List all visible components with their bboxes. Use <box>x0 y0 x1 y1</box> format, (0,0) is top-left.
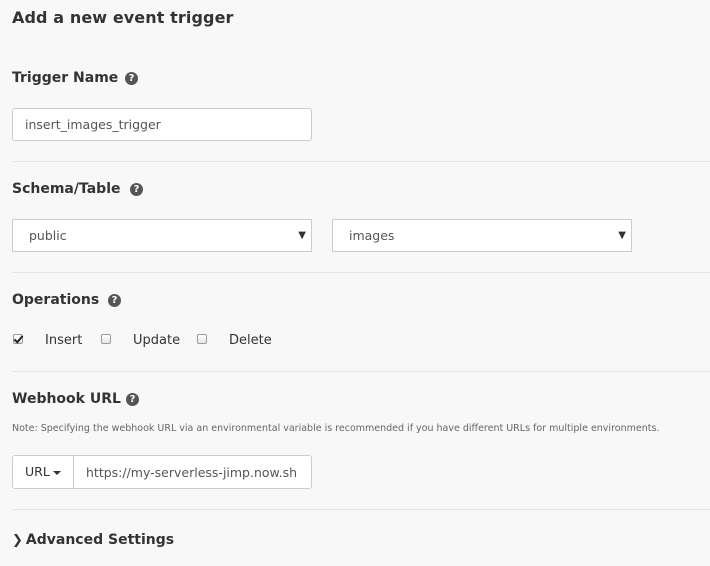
table-select-value: images <box>349 228 395 243</box>
schema-table-label: Schema/Table <box>12 181 121 197</box>
webhook-help-icon[interactable]: ? <box>126 393 139 406</box>
trigger-name-input[interactable] <box>12 108 312 141</box>
table-select[interactable]: images ▼ <box>332 219 632 252</box>
caret-down-icon: ▼ <box>298 230 306 241</box>
divider <box>12 509 710 510</box>
chevron-right-icon: ❯ <box>12 533 23 548</box>
operations-label: Operations <box>12 292 100 308</box>
update-checkbox-label[interactable]: Update <box>133 333 180 348</box>
trigger-name-help-icon[interactable]: ? <box>125 72 138 85</box>
insert-checkbox[interactable] <box>13 334 23 344</box>
page-title: Add a new event trigger <box>12 8 234 27</box>
insert-checkbox-label[interactable]: Insert <box>45 333 82 348</box>
trigger-name-label: Trigger Name <box>12 70 119 86</box>
schema-select[interactable]: public ▼ <box>12 219 312 252</box>
webhook-note: Note: Specifying the webhook URL via an … <box>12 423 660 434</box>
schema-select-value: public <box>29 228 67 243</box>
webhook-url-input[interactable] <box>73 455 312 489</box>
schema-table-help-icon[interactable]: ? <box>130 183 143 196</box>
divider <box>12 371 710 372</box>
url-type-dropdown[interactable]: URL <box>12 455 74 489</box>
advanced-settings-label: Advanced Settings <box>25 532 175 548</box>
url-type-dropdown-label: URL <box>25 464 50 479</box>
webhook-url-label: Webhook URL <box>12 391 121 407</box>
operations-help-icon[interactable]: ? <box>108 294 121 307</box>
divider <box>12 161 710 162</box>
divider <box>12 272 710 273</box>
caret-down-icon <box>52 470 61 475</box>
update-checkbox[interactable] <box>101 334 111 344</box>
caret-down-icon: ▼ <box>618 230 626 241</box>
advanced-settings-toggle[interactable]: ❯ Advanced Settings <box>12 532 174 548</box>
delete-checkbox[interactable] <box>197 334 207 344</box>
delete-checkbox-label[interactable]: Delete <box>229 333 272 348</box>
